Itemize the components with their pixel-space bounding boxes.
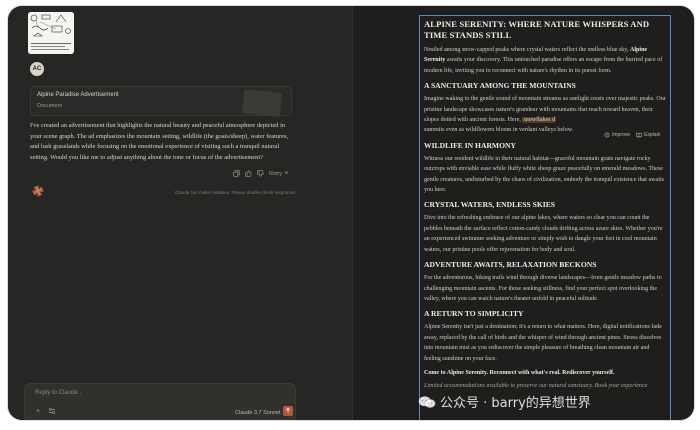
artifact-preview-thumbnail [241,89,283,117]
model-selector[interactable]: Claude 3.7 Sonnet [235,409,288,416]
arrow-up-icon [285,407,291,415]
assistant-reply-text: I've created an advertisement that highl… [30,122,289,161]
app-window: AC Alpine Paradise Advertisement Documen… [8,6,694,420]
call-to-action: Come to Alpine Serenity. Reconnect with … [424,369,615,376]
intro-paragraph: Nestled among snow-capped peaks where cr… [424,47,663,74]
selected-text-highlight[interactable]: snowflakes d [522,117,557,124]
wechat-icon [418,395,436,408]
section-heading: A SANCTUARY AMONG THE MOUNTAINS [424,81,576,91]
document-title: ALPINE SERENITY: WHERE NATURE WHISPERS A… [424,19,650,40]
retry-button[interactable]: Retry [269,170,289,177]
section-paragraph: For the adventurous, hiking trails wind … [424,275,662,302]
section-paragraph: Dive into the refreshing embrace of our … [424,215,663,253]
copy-icon[interactable] [233,170,240,177]
message-composer[interactable]: Reply to Claude... + Claude 3.7 Sonnet [24,383,296,420]
thumbs-up-icon[interactable] [245,170,252,177]
explain-button[interactable]: Explain [636,132,660,138]
artifact-pane: ALPINE SERENITY: WHERE NATURE WHISPERS A… [352,6,694,420]
thumbs-down-icon[interactable] [257,170,264,177]
section-heading: ADVENTURE AWAITS, RELAXATION BECKONS [424,260,597,270]
advertisement-document[interactable]: ALPINE SERENITY: WHERE NATURE WHISPERS A… [419,15,671,420]
conversation-pane: AC Alpine Paradise Advertisement Documen… [8,6,352,420]
section-paragraph: Imagine waking to the gentle sound of mo… [424,96,666,134]
add-attachment-icon[interactable]: + [33,406,43,416]
claude-spark-icon [32,184,44,197]
improve-button[interactable]: Improve [604,132,630,138]
artifact-card-type: Document [37,103,63,109]
wechat-watermark: 公众号 · barry的异想世界 [418,392,591,411]
section-heading: A RETURN TO SIMPLICITY [424,309,524,319]
message-actions: Retry [233,170,289,177]
reply-input[interactable]: Reply to Claude... [35,390,83,396]
send-button[interactable] [283,406,293,416]
section-heading: WILDLIFE IN HARMONY [424,140,516,150]
improve-icon [604,132,610,138]
tools-toggle-icon[interactable] [47,406,57,416]
artifact-card[interactable]: Alpine Paradise Advertisement Document [30,86,292,117]
selection-popover: Improve Explain [602,131,663,139]
section-paragraph: Witness our resident wildlife in their n… [424,155,664,194]
retry-label: Retry [269,170,283,177]
disclaimer-text: Claude can make mistakes. Please double-… [175,190,297,195]
section-paragraph: Alpine Serenity isn't just a destination… [424,324,662,362]
artifact-card-title: Alpine Paradise Advertisement [37,92,119,98]
watermark-text: 公众号 · barry的异想世界 [440,396,591,411]
user-avatar: AC [30,62,44,76]
model-selector-label: Claude 3.7 Sonnet [235,409,281,416]
book-icon [636,132,642,138]
uploaded-image-thumbnail[interactable] [28,12,74,54]
section-heading: CRYSTAL WATERS, ENDLESS SKIES [424,200,555,210]
chevron-down-icon [284,170,289,177]
availability-note: Limited accommodations available to pres… [424,383,648,390]
